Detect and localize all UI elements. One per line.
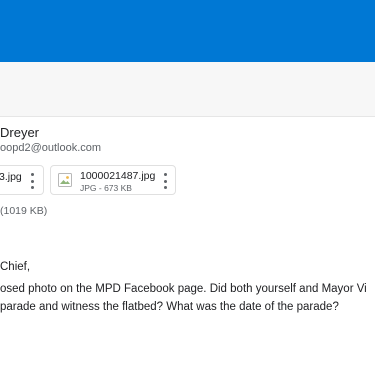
more-options-icon[interactable] <box>27 173 37 189</box>
attachment-meta: JPG - 673 KB <box>80 183 132 193</box>
message-body: Chief, osed photo on the MPD Facebook pa… <box>0 258 375 316</box>
email-reading-view: Dreyer oopd2@outlook.com 3.jpg 100002148… <box>0 0 375 375</box>
message-greeting: Chief, <box>0 261 31 273</box>
message-toolbar <box>0 62 375 117</box>
attachment-name: 1000021487.jpg <box>80 170 156 182</box>
sender-email[interactable]: oopd2@outlook.com <box>0 142 101 154</box>
attachments-total-size: (1019 KB) <box>0 205 48 217</box>
attachment-name: 3.jpg <box>0 171 22 183</box>
message-line: parade and witness the flatbed? What was… <box>0 301 339 313</box>
sender-name[interactable]: Dreyer <box>0 125 39 140</box>
more-options-icon[interactable] <box>160 173 170 189</box>
attachment-card[interactable]: 3.jpg <box>0 165 44 195</box>
message-line: osed photo on the MPD Facebook page. Did… <box>0 283 367 295</box>
app-header-bar <box>0 0 375 62</box>
attachment-card[interactable]: 1000021487.jpg JPG - 673 KB <box>50 165 176 195</box>
image-file-icon <box>58 173 72 187</box>
